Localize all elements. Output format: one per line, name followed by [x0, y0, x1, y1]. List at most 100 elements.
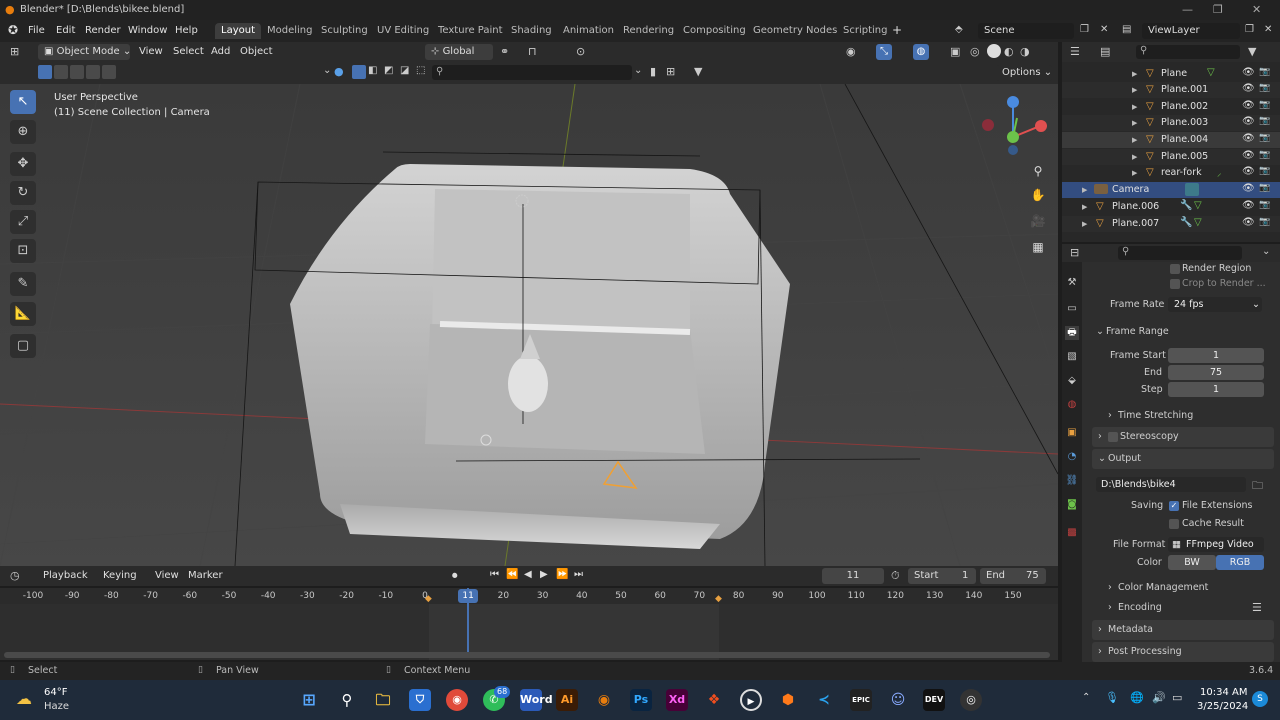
minimize-icon[interactable]: — — [1182, 3, 1193, 16]
render-camera-icon[interactable]: 📷 — [1259, 166, 1270, 176]
eye-icon[interactable]: 👁 — [1242, 83, 1255, 94]
expand-icon[interactable]: ▶ — [1082, 203, 1087, 211]
clock-time[interactable]: 10:34 AM — [1200, 687, 1247, 698]
menu-edit[interactable]: Edit — [56, 25, 75, 36]
menu-render[interactable]: Render — [85, 25, 121, 36]
collapse-icon[interactable]: ⌄ — [1096, 326, 1104, 337]
outliner-item-plane-002[interactable]: ▶ ▽ Plane.002 👁 📷 — [1062, 99, 1280, 115]
outliner-search-input[interactable]: ⚲ — [1136, 45, 1240, 59]
scene-selector[interactable]: Scene — [978, 23, 1074, 39]
chrome-icon[interactable]: ◉ — [446, 689, 468, 711]
stereoscopy-panel[interactable]: › Stereoscopy — [1092, 427, 1274, 447]
render-camera-icon[interactable]: 📷 — [1259, 150, 1270, 160]
scale-tool[interactable]: ⤢ — [10, 210, 36, 234]
speaker-icon[interactable]: 🔊 — [1152, 691, 1166, 704]
eye-icon[interactable]: 👁 — [1242, 217, 1255, 228]
outliner-item-plane-003[interactable]: ▶ ▽ Plane.003 👁 📷 — [1062, 115, 1280, 131]
output-panel[interactable]: ⌄ Output — [1092, 449, 1274, 469]
viewport-menu-view[interactable]: View — [139, 46, 163, 57]
pan-hand-icon[interactable]: ✋ — [1027, 184, 1049, 206]
expand-icon[interactable]: ▶ — [1132, 103, 1137, 111]
tab-uv-editing[interactable]: UV Editing — [371, 23, 435, 39]
cache-result-checkbox[interactable] — [1169, 519, 1179, 529]
tray-chevron-icon[interactable]: ⌃ — [1082, 692, 1090, 703]
end-frame-field[interactable]: End 75 — [980, 568, 1046, 584]
filter-empty-icon[interactable]: ⬚ — [416, 65, 425, 76]
figma-icon[interactable]: ❖ — [703, 689, 725, 711]
frame-start-field[interactable]: 1 — [1168, 348, 1264, 363]
transform-orientation-dropdown[interactable]: ⊹ Global — [425, 44, 493, 60]
expand-icon[interactable]: ▶ — [1132, 70, 1137, 78]
tab-compositing[interactable]: Compositing — [677, 23, 752, 39]
physics-tab-icon[interactable]: ◔ — [1065, 450, 1079, 464]
photoshop-icon[interactable]: Ps — [630, 689, 652, 711]
object-mode-dropdown[interactable]: ▣ Object Mode ⌄ — [38, 44, 131, 60]
expand-icon[interactable]: › — [1108, 582, 1112, 593]
dev-app-icon[interactable]: DEV — [923, 689, 945, 711]
obs-icon[interactable]: ◎ — [960, 689, 982, 711]
eye-icon[interactable]: 👁 — [1242, 67, 1255, 78]
editor-type-icon[interactable]: ⊞ — [10, 45, 19, 58]
expand-icon[interactable]: ▶ — [1132, 169, 1137, 177]
view-layer-selector[interactable]: ViewLayer — [1142, 23, 1240, 39]
select-invert-icon[interactable] — [86, 65, 100, 79]
tab-geometry-nodes[interactable]: Geometry Nodes — [747, 23, 843, 39]
color-management-panel[interactable]: Color Management — [1118, 582, 1208, 593]
material-shading-icon[interactable]: ◐ — [1004, 45, 1014, 58]
color-bw-button[interactable]: BW — [1168, 555, 1216, 570]
add-cube-tool[interactable]: ▢ — [10, 334, 36, 358]
menu-help[interactable]: Help — [175, 25, 198, 36]
timeline-menu-marker[interactable]: Marker — [188, 570, 223, 581]
filter-color-icon[interactable]: ● — [334, 65, 344, 78]
render-region-checkbox[interactable] — [1170, 264, 1180, 274]
outliner-item-plane-004[interactable]: ▶ ▽ Plane.004 👁 📷 — [1062, 132, 1280, 148]
filter-mesh-icon[interactable] — [352, 65, 366, 79]
color-rgb-button[interactable]: RGB — [1216, 555, 1264, 570]
properties-search-input[interactable]: ⚲ — [1118, 246, 1242, 260]
eye-icon[interactable]: 👁 — [1242, 116, 1255, 127]
frame-range-panel[interactable]: Frame Range — [1106, 326, 1169, 337]
filter-curve-icon[interactable]: ◧ — [368, 65, 377, 76]
tab-layout[interactable]: Layout — [215, 23, 261, 39]
language-icon[interactable]: 🌐 — [1130, 691, 1144, 704]
expand-icon[interactable]: ▶ — [1132, 119, 1137, 127]
menu-file[interactable]: File — [28, 25, 45, 36]
expand-icon[interactable]: ▶ — [1132, 86, 1137, 94]
file-extensions-checkbox[interactable]: ✓ — [1169, 501, 1179, 511]
metadata-panel[interactable]: › Metadata — [1092, 620, 1274, 640]
rendered-shading-icon[interactable]: ◑ — [1020, 45, 1030, 58]
expand-icon[interactable]: › — [1108, 410, 1112, 421]
start-frame-field[interactable]: Start 1 — [908, 568, 976, 584]
filter-icon[interactable]: ▼ — [1248, 45, 1256, 58]
constraints-tab-icon[interactable]: ⛓ — [1065, 474, 1079, 488]
outliner-item-plane-006[interactable]: ▶ ▽ Plane.006 🔧 ▽ 👁 📷 — [1062, 199, 1280, 215]
microphone-icon[interactable]: 🎙 — [1105, 691, 1119, 704]
epic-games-icon[interactable]: EPIC — [850, 689, 872, 711]
proportional-edit-icon[interactable]: ⊙ — [576, 45, 585, 58]
rotate-tool[interactable]: ↻ — [10, 181, 36, 205]
texture-tab-icon[interactable]: ▩ — [1065, 526, 1079, 540]
render-camera-icon[interactable]: 📷 — [1259, 83, 1270, 93]
chevron-down-icon[interactable]: ⌄ — [323, 65, 331, 76]
render-camera-icon[interactable]: 📷 — [1259, 200, 1270, 210]
prev-keyframe-icon[interactable]: ⏪ — [506, 569, 518, 580]
overlay-toggle-icon[interactable]: ◍ — [913, 44, 929, 60]
display-mode-icon[interactable]: ▤ — [1100, 45, 1110, 58]
time-stretching-panel[interactable]: Time Stretching — [1118, 410, 1193, 421]
playhead-line[interactable] — [467, 588, 470, 658]
blender-menu-icon[interactable]: ✪ — [8, 23, 18, 37]
blender-taskbar-icon[interactable]: ◉ — [593, 689, 615, 711]
eye-icon[interactable]: 👁 — [1242, 150, 1255, 161]
render-camera-icon[interactable]: 📷 — [1259, 183, 1270, 193]
outliner-item-rear-fork[interactable]: ▶ ▽ rear-fork ⸝ 👁 📷 — [1062, 165, 1280, 181]
cursor-tool[interactable]: ⊕ — [10, 120, 36, 144]
snap-icon[interactable]: ⊓ — [528, 45, 537, 58]
menu-window[interactable]: Window — [128, 25, 167, 36]
select-intersect-icon[interactable] — [102, 65, 116, 79]
output-path-input[interactable]: D:\Blends\bike4 — [1096, 477, 1246, 492]
expand-icon[interactable]: ▶ — [1132, 136, 1137, 144]
frame-step-field[interactable]: 1 — [1168, 382, 1264, 397]
tab-sculpting[interactable]: Sculpting — [315, 23, 374, 39]
windows-start-icon[interactable]: ⊞ — [298, 689, 320, 711]
encoding-panel[interactable]: Encoding — [1118, 602, 1162, 613]
